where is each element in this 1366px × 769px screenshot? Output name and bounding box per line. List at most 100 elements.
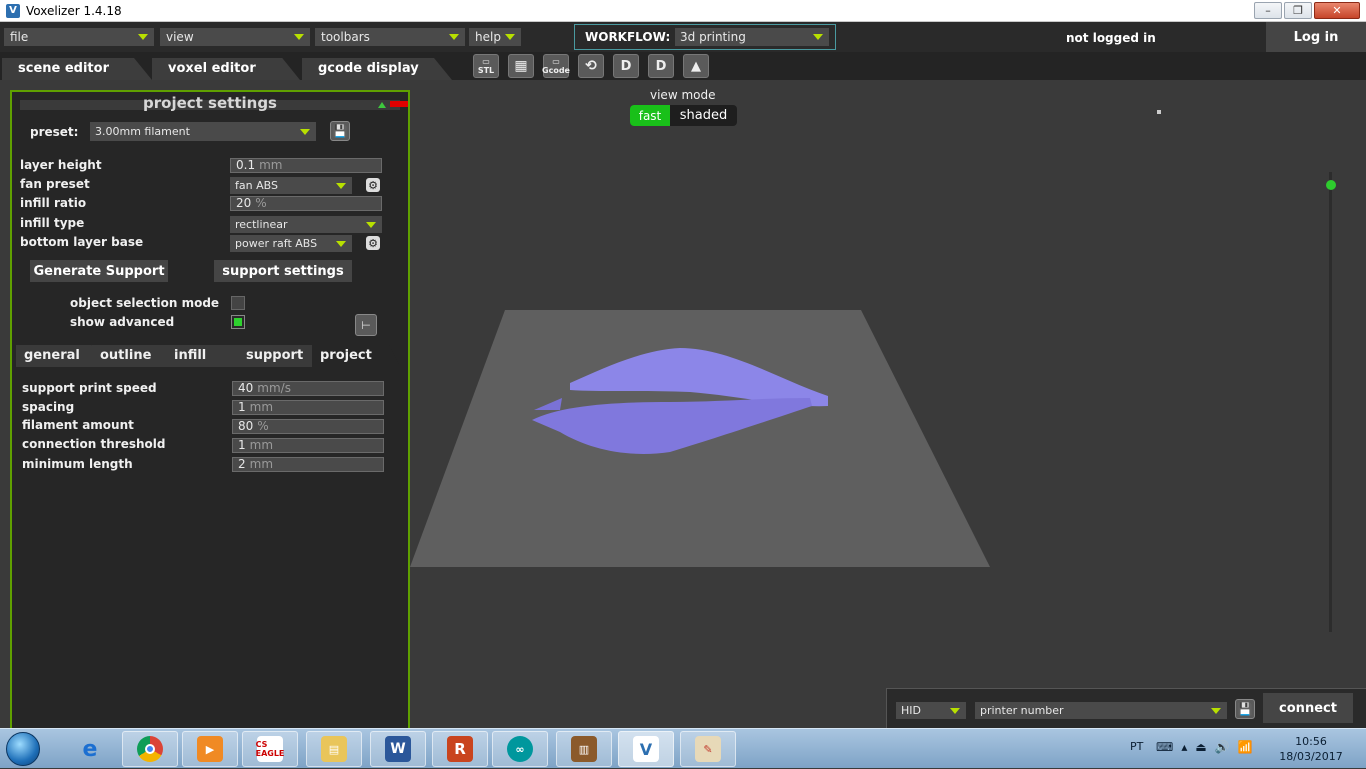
login-button[interactable]: Log in [1266, 22, 1366, 52]
workflow-label: WORKFLOW: [585, 30, 671, 44]
tree-icon[interactable]: ⊢ [355, 314, 377, 336]
toolbar: ▭ STL ▦ ▭ Gcode ⟲ D D ▲ [473, 54, 709, 78]
file-menu[interactable]: file [4, 28, 154, 46]
bottom-layer-label: bottom layer base [20, 235, 144, 249]
show-hidden-icon[interactable]: ▴ [1181, 740, 1187, 754]
help-menu[interactable]: help [469, 28, 521, 46]
fan-settings-gear-icon[interactable]: ⚙ [366, 178, 380, 192]
minimum-length-field[interactable]: 2 mm [232, 457, 384, 472]
subtab-project[interactable]: project [312, 345, 400, 367]
eagle-icon[interactable]: CS EAGLE [242, 731, 298, 767]
subtab-outline[interactable]: outline [92, 345, 176, 367]
internet-explorer-icon[interactable]: e [62, 731, 118, 767]
tab-voxel-editor[interactable]: voxel editor [152, 58, 300, 80]
spacing-label: spacing [22, 400, 75, 414]
infill-ratio-label: infill ratio [20, 196, 87, 210]
open-gcode-icon[interactable]: ▭ Gcode [542, 54, 570, 78]
file-explorer-icon[interactable]: ▤ [306, 731, 362, 767]
layer-height-label: layer height [20, 158, 102, 172]
view-menu-label: view [166, 30, 194, 44]
support-print-speed-label: support print speed [22, 381, 157, 395]
workflow-dropdown[interactable]: 3d printing [675, 28, 829, 46]
network-icon[interactable]: 📶 [1238, 740, 1253, 754]
voxel-d2-icon[interactable]: D [648, 54, 674, 78]
filament-amount-label: filament amount [22, 418, 134, 432]
fan-preset-label: fan preset [20, 177, 90, 191]
r-app-icon[interactable]: R [432, 731, 488, 767]
restore-button[interactable]: ❐ [1284, 2, 1312, 19]
scene-canvas[interactable] [410, 80, 1366, 730]
show-advanced-checkbox[interactable] [231, 315, 245, 329]
volume-icon[interactable]: 🔊 [1215, 740, 1230, 754]
connection-threshold-value: 1 [238, 438, 246, 452]
eagle-label: CS EAGLE [256, 736, 284, 762]
connection-threshold-field[interactable]: 1 mm [232, 438, 384, 453]
preset-dropdown[interactable]: 3.00mm filament [90, 122, 316, 141]
spacing-value: 1 [238, 400, 246, 414]
layer-slider-handle[interactable] [1326, 180, 1336, 190]
preset-label: preset: [30, 125, 79, 139]
start-button-icon[interactable] [6, 732, 40, 766]
raft-settings-gear-icon[interactable]: ⚙ [366, 236, 380, 250]
generate-support-button[interactable]: Generate Support [30, 260, 168, 282]
checker-icon[interactable]: ▦ [508, 54, 534, 78]
usb-icon[interactable]: ⏏ [1195, 740, 1206, 754]
spacing-field[interactable]: 1 mm [232, 400, 384, 415]
fan-preset-dropdown[interactable]: fan ABS [230, 177, 352, 194]
filament-amount-unit: % [257, 419, 269, 433]
close-button[interactable]: ✕ [1314, 2, 1360, 19]
collapse-arrow-icon[interactable] [378, 102, 386, 108]
port-type-dropdown[interactable]: HID [896, 702, 966, 719]
file-menu-label: file [10, 30, 29, 44]
tab-gcode-display[interactable]: gcode display [302, 58, 452, 80]
save-connection-icon[interactable]: 💾 [1235, 699, 1255, 719]
infill-type-value: rectlinear [235, 218, 288, 231]
word-icon[interactable]: W [370, 731, 426, 767]
save-preset-icon[interactable]: 💾 [330, 121, 350, 141]
view-menu[interactable]: view [160, 28, 310, 46]
subtab-general[interactable]: general [16, 345, 102, 367]
mountain-icon[interactable]: ▲ [683, 54, 709, 78]
language-indicator[interactable]: PT [1130, 740, 1143, 753]
clock[interactable]: 10:56 18/03/2017 [1276, 734, 1346, 764]
gcode-label: Gcode [542, 66, 570, 75]
rotate-icon[interactable]: ⟲ [578, 54, 604, 78]
support-print-speed-field[interactable]: 40 mm/s [232, 381, 384, 396]
toolbars-menu[interactable]: toolbars [315, 28, 465, 46]
chrome-icon[interactable] [122, 731, 178, 767]
3d-viewport[interactable] [410, 80, 1366, 730]
voxel-d-icon[interactable]: D [613, 54, 639, 78]
open-stl-icon[interactable]: ▭ STL [473, 54, 499, 78]
help-menu-label: help [475, 30, 501, 44]
subtab-infill[interactable]: infill [166, 345, 248, 367]
infill-type-dropdown[interactable]: rectlinear [230, 216, 382, 233]
printer-number-value: printer number [980, 704, 1064, 717]
object-selection-checkbox[interactable] [231, 296, 245, 310]
port-type-value: HID [901, 704, 921, 717]
media-player-icon[interactable]: ▶ [182, 731, 238, 767]
subtab-support[interactable]: support [238, 345, 324, 367]
paint-icon[interactable]: ✎ [680, 731, 736, 767]
tab-scene-editor[interactable]: scene editor [2, 58, 152, 80]
layer-slider-track[interactable] [1329, 172, 1332, 632]
arduino-icon[interactable]: ∞ [492, 731, 548, 767]
show-advanced-label: show advanced [70, 315, 175, 329]
minimize-button[interactable]: – [1254, 2, 1282, 19]
printer-connection-bar: HID printer number 💾 connect [886, 688, 1366, 728]
view-mode-fast-button[interactable]: fast [630, 105, 670, 126]
support-settings-button[interactable]: support settings [214, 260, 352, 282]
close-panel-icon[interactable] [390, 101, 408, 107]
connect-button[interactable]: connect [1263, 693, 1353, 723]
connection-threshold-unit: mm [249, 438, 274, 452]
filament-amount-field[interactable]: 80% [232, 419, 384, 434]
view-mode-shaded-button[interactable]: shaded [670, 105, 737, 126]
printer-number-dropdown[interactable]: printer number [975, 702, 1227, 719]
copper-cam-icon[interactable]: ▥ [556, 731, 612, 767]
toolbars-menu-label: toolbars [321, 30, 370, 44]
keyboard-icon[interactable]: ⌨ [1156, 740, 1173, 754]
infill-ratio-field[interactable]: 20% [230, 196, 382, 211]
bottom-layer-dropdown[interactable]: power raft ABS [230, 235, 352, 252]
chevron-down-icon [505, 34, 515, 40]
voxelizer-taskbar-icon[interactable]: V [618, 731, 674, 767]
layer-height-field[interactable]: 0.1 mm [230, 158, 382, 173]
